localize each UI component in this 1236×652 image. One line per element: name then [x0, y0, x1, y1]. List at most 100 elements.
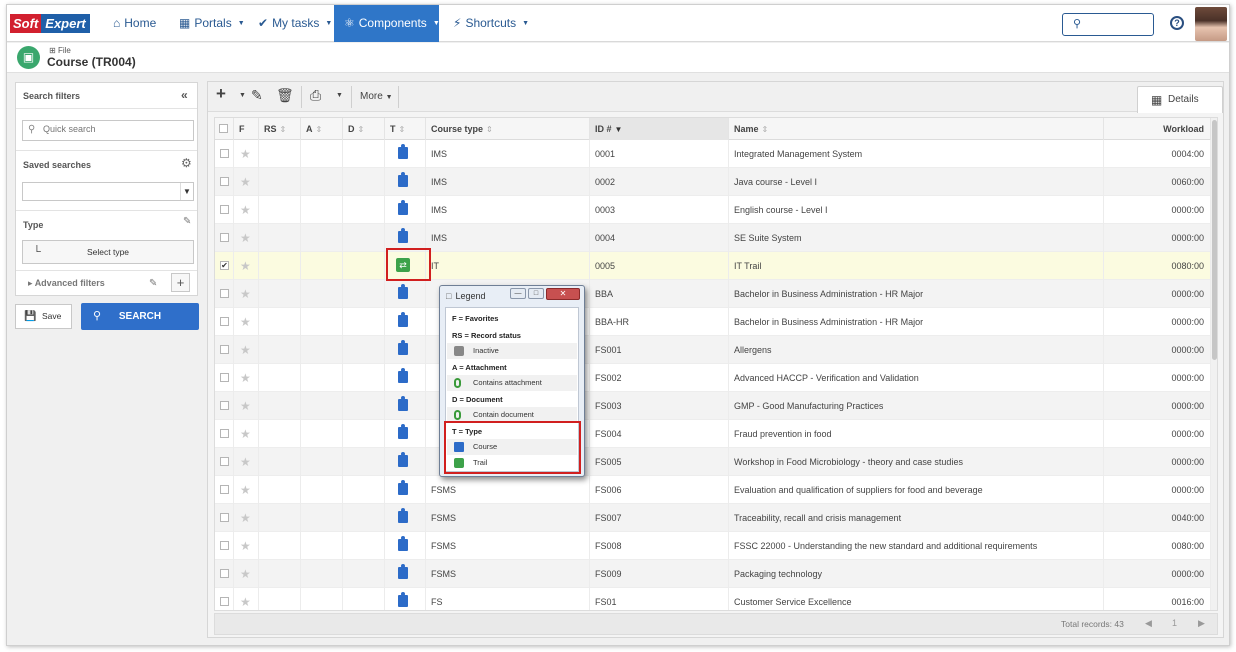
- minimize-icon[interactable]: —: [510, 288, 526, 299]
- caret-down-icon[interactable]: ▼: [336, 92, 343, 99]
- table-row[interactable]: FS001 Allergens 0000:00 ★: [215, 336, 1211, 364]
- global-search-input[interactable]: ⚲: [1062, 13, 1154, 36]
- saved-searches-select[interactable]: ▼: [22, 182, 194, 201]
- column-header-id[interactable]: ID # ▼: [590, 118, 729, 140]
- favorite-star-icon[interactable]: ★: [240, 560, 251, 588]
- clear-filter-icon[interactable]: ✎: [183, 216, 191, 227]
- help-icon[interactable]: ?: [1170, 16, 1184, 30]
- favorite-star-icon[interactable]: ★: [240, 280, 251, 308]
- clear-filter-icon[interactable]: ✎: [149, 278, 157, 289]
- column-header-course-type[interactable]: Course type ⇕: [426, 118, 590, 140]
- column-header-name[interactable]: Name ⇕: [729, 118, 1104, 140]
- table-row[interactable]: IT 0005 IT Trail 0080:00 ✔ ★ ⇄: [215, 252, 1211, 280]
- table-row[interactable]: FSMS FS008 FSSC 22000 - Understanding the …: [215, 532, 1211, 560]
- favorite-star-icon[interactable]: ★: [240, 420, 251, 448]
- row-checkbox[interactable]: [220, 569, 229, 578]
- row-checkbox[interactable]: [220, 429, 229, 438]
- favorite-star-icon[interactable]: ★: [240, 504, 251, 532]
- favorite-star-icon[interactable]: ★: [240, 448, 251, 476]
- quick-search-input[interactable]: [43, 124, 183, 134]
- column-header-rs[interactable]: RS ⇕: [259, 118, 301, 140]
- favorite-star-icon[interactable]: ★: [240, 252, 251, 280]
- delete-icon[interactable]: 🗑: [276, 87, 294, 104]
- table-row[interactable]: BBA Bachelor in Business Administration -…: [215, 280, 1211, 308]
- select-type-button[interactable]: └ Select type: [22, 240, 194, 264]
- add-icon[interactable]: +: [216, 84, 226, 104]
- favorite-star-icon[interactable]: ★: [240, 532, 251, 560]
- collapse-panel-icon[interactable]: «: [181, 88, 188, 102]
- table-row[interactable]: BBA-HR Bachelor in Business Administratio…: [215, 308, 1211, 336]
- user-avatar[interactable]: [1195, 7, 1227, 41]
- row-checkbox[interactable]: [220, 205, 229, 214]
- favorite-star-icon[interactable]: ★: [240, 588, 251, 610]
- nav-home[interactable]: ⌂ Home: [113, 5, 156, 42]
- maximize-icon[interactable]: □: [528, 288, 544, 299]
- table-row[interactable]: FSMS FS006 Evaluation and qualification of…: [215, 476, 1211, 504]
- more-menu[interactable]: More ▼: [360, 91, 393, 102]
- caret-down-icon[interactable]: ▼: [239, 92, 246, 99]
- table-row[interactable]: FS003 GMP - Good Manufacturing Practices 0…: [215, 392, 1211, 420]
- table-row[interactable]: FS005 Workshop in Food Microbiology - the…: [215, 448, 1211, 476]
- print-icon[interactable]: ⎙: [310, 87, 321, 104]
- table-row[interactable]: IMS 0003 English course - Level I 0000:00 ★: [215, 196, 1211, 224]
- column-header-workload[interactable]: Workload: [1104, 118, 1211, 140]
- favorite-star-icon[interactable]: ★: [240, 364, 251, 392]
- row-checkbox[interactable]: [220, 457, 229, 466]
- row-checkbox[interactable]: [220, 373, 229, 382]
- column-header-d[interactable]: D ⇕: [343, 118, 385, 140]
- favorite-star-icon[interactable]: ★: [240, 392, 251, 420]
- favorite-star-icon[interactable]: ★: [240, 308, 251, 336]
- column-header-a[interactable]: A ⇕: [301, 118, 343, 140]
- table-row[interactable]: FSMS FS007 Traceability, recall and crisis…: [215, 504, 1211, 532]
- favorite-star-icon[interactable]: ★: [240, 336, 251, 364]
- row-checkbox[interactable]: ✔: [220, 261, 229, 270]
- select-all-checkbox[interactable]: [219, 124, 228, 133]
- table-row[interactable]: IMS 0002 Java course - Level I 0060:00 ★: [215, 168, 1211, 196]
- legend-title[interactable]: □ Legend: [446, 291, 485, 301]
- quick-search-field[interactable]: ⚲: [22, 120, 194, 141]
- file-menu[interactable]: ⊞ File: [49, 46, 71, 55]
- favorite-star-icon[interactable]: ★: [240, 224, 251, 252]
- details-tab[interactable]: ▦ Details: [1137, 86, 1223, 113]
- column-header-f[interactable]: F: [234, 118, 259, 140]
- select-all-cell[interactable]: [215, 118, 234, 140]
- save-search-button[interactable]: 💾 Save: [15, 304, 72, 329]
- row-checkbox[interactable]: [220, 541, 229, 550]
- row-checkbox[interactable]: [220, 401, 229, 410]
- table-row[interactable]: FS002 Advanced HACCP - Verification and V…: [215, 364, 1211, 392]
- nav-portals[interactable]: ▦ Portals ▼: [179, 5, 245, 42]
- advanced-filters-toggle[interactable]: ▸ Advanced filters: [28, 278, 105, 289]
- table-row[interactable]: FS FS01 Customer Service Excellence 0016:00…: [215, 588, 1211, 610]
- favorite-star-icon[interactable]: ★: [240, 476, 251, 504]
- table-row[interactable]: FS004 Fraud prevention in food 0000:00 ★: [215, 420, 1211, 448]
- nav-my-tasks[interactable]: ✔ My tasks ▼: [258, 5, 332, 42]
- column-header-t[interactable]: T ⇕: [385, 118, 426, 140]
- row-checkbox[interactable]: [220, 233, 229, 242]
- nav-components[interactable]: ⚛ Components ▼: [334, 5, 440, 42]
- table-row[interactable]: FSMS FS009 Packaging technology 0000:00 ★: [215, 560, 1211, 588]
- scrollbar-thumb[interactable]: [1212, 120, 1217, 360]
- softexpert-logo[interactable]: Soft Expert: [10, 14, 90, 33]
- row-checkbox[interactable]: [220, 317, 229, 326]
- close-icon[interactable]: ✕: [546, 288, 580, 300]
- row-checkbox[interactable]: [220, 345, 229, 354]
- previous-page-icon[interactable]: ◀: [1145, 618, 1152, 629]
- nav-shortcuts[interactable]: ⚡ Shortcuts ▼: [453, 5, 529, 42]
- favorite-star-icon[interactable]: ★: [240, 196, 251, 224]
- add-filter-button[interactable]: +: [171, 273, 190, 292]
- row-checkbox[interactable]: [220, 485, 229, 494]
- row-checkbox[interactable]: [220, 149, 229, 158]
- next-page-icon[interactable]: ▶: [1198, 618, 1205, 629]
- grid-scrollbar[interactable]: [1211, 118, 1217, 610]
- gear-icon[interactable]: ⚙: [181, 156, 192, 170]
- table-row[interactable]: IMS 0004 SE Suite System 0000:00 ★: [215, 224, 1211, 252]
- favorite-star-icon[interactable]: ★: [240, 168, 251, 196]
- row-checkbox[interactable]: [220, 289, 229, 298]
- search-button[interactable]: ⚲ SEARCH: [81, 303, 199, 330]
- favorite-star-icon[interactable]: ★: [240, 140, 251, 168]
- row-checkbox[interactable]: [220, 177, 229, 186]
- row-checkbox[interactable]: [220, 597, 229, 606]
- row-checkbox[interactable]: [220, 513, 229, 522]
- table-row[interactable]: IMS 0001 Integrated Management System 0004:…: [215, 140, 1211, 168]
- edit-icon[interactable]: ✎: [251, 87, 263, 104]
